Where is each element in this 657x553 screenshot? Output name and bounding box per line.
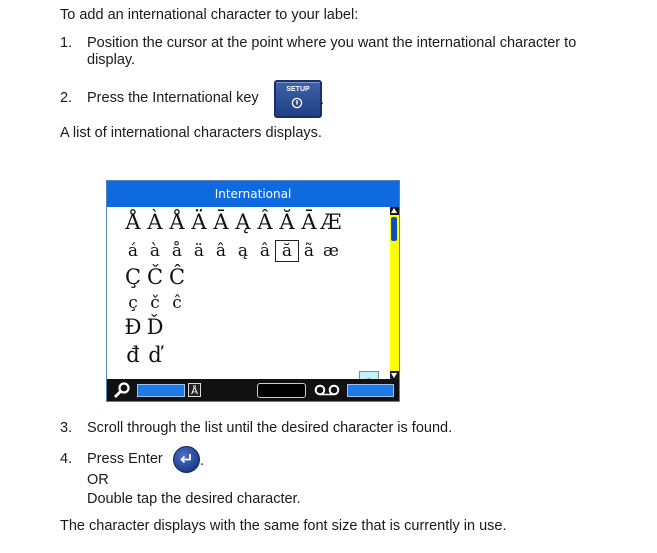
step-3-number: 3. [60,420,73,436]
char-cell[interactable]: Ç [122,265,144,289]
step-1-text: Position the cursor at the point where y… [87,35,577,51]
char-row: ÇČĈ [122,265,188,289]
scroll-down-arrow[interactable] [390,371,399,379]
status-field [347,384,394,397]
enter-key-icon [173,446,200,473]
scrollbar[interactable] [390,207,399,379]
char-cell[interactable]: ç [122,293,144,313]
search-icon [114,382,130,398]
char-cell[interactable]: å [166,241,188,261]
international-screen: International ÅÀÅÄĀĄÂĂĀÆ áàåäâąâăãæ ÇČĈ … [106,180,400,402]
enter-arrow-icon [180,454,191,464]
char-row: ÅÀÅÄĀĄÂĂĀÆ [122,210,342,234]
char-row: çčĉ [122,293,188,313]
char-cell[interactable]: Ä [188,210,210,234]
char-cell[interactable]: â [210,241,232,261]
char-row: đď [122,343,166,367]
svg-text:Å: Å [191,384,198,397]
char-row: ĐĎ [122,315,166,339]
step-2-period: . [320,92,325,108]
char-cell[interactable]: Ď [144,315,166,339]
char-cell[interactable]: ď [144,343,166,367]
char-cell[interactable]: č [144,293,166,313]
char-icon: Å [188,383,201,397]
char-cell[interactable]: ĉ [166,293,188,313]
char-cell[interactable]: à [144,241,166,261]
closing-text: The character displays with the same fon… [60,518,507,534]
scroll-thumb[interactable] [391,217,397,241]
char-cell[interactable]: ã [298,241,320,261]
char-cell[interactable]: ä [188,241,210,261]
setup-key-label: SETUP [286,86,310,93]
tape-icon [314,384,340,396]
char-row: áàåäâąâăãæ [122,240,342,262]
char-cell[interactable]: đ [122,343,144,367]
step-4-number: 4. [60,451,73,467]
char-cell[interactable]: Ĉ [166,265,188,289]
char-cell[interactable]: ă [275,240,299,262]
scroll-up-arrow[interactable] [390,207,399,215]
char-cell[interactable]: æ [320,241,342,261]
char-cell[interactable]: Ā [298,210,320,234]
char-cell[interactable]: Ă [276,210,298,234]
intro-text: To add an international character to you… [60,7,359,23]
char-cell[interactable]: Â [254,210,276,234]
status-bar: Å [107,379,399,401]
step-4-or: OR [87,472,109,488]
power-icon [291,97,303,109]
char-cell[interactable]: â [254,241,276,261]
char-cell[interactable]: ą [232,241,254,261]
char-cell[interactable]: Æ [320,210,342,234]
step-3-text: Scroll through the list until the desire… [87,420,453,436]
list-displays-text: A list of international characters displ… [60,125,322,141]
international-key-icon: SETUP [274,80,322,118]
step-4-text: Press Enter [87,451,163,467]
status-field-dark [257,383,306,398]
character-list: ÅÀÅÄĀĄÂĂĀÆ áàåäâąâăãæ ÇČĈ çčĉ ĐĎ đď a [107,207,391,393]
status-field [137,384,185,397]
char-cell[interactable]: Č [144,265,166,289]
char-cell[interactable]: Å [122,210,144,234]
char-cell[interactable]: Ā [210,210,232,234]
screen-title: International [107,181,399,207]
step-4-period: . [200,453,205,469]
step-1-number: 1. [60,35,73,51]
step-2-text: Press the International key [87,90,259,106]
char-cell[interactable]: Ą [232,210,254,234]
char-cell[interactable]: À [144,210,166,234]
step-2-number: 2. [60,90,73,106]
char-cell[interactable]: á [122,241,144,261]
step-4-alt: Double tap the desired character. [87,491,301,507]
char-cell[interactable]: Đ [122,315,144,339]
char-cell[interactable]: Å [166,210,188,234]
step-1-text-cont: display. [87,52,136,68]
